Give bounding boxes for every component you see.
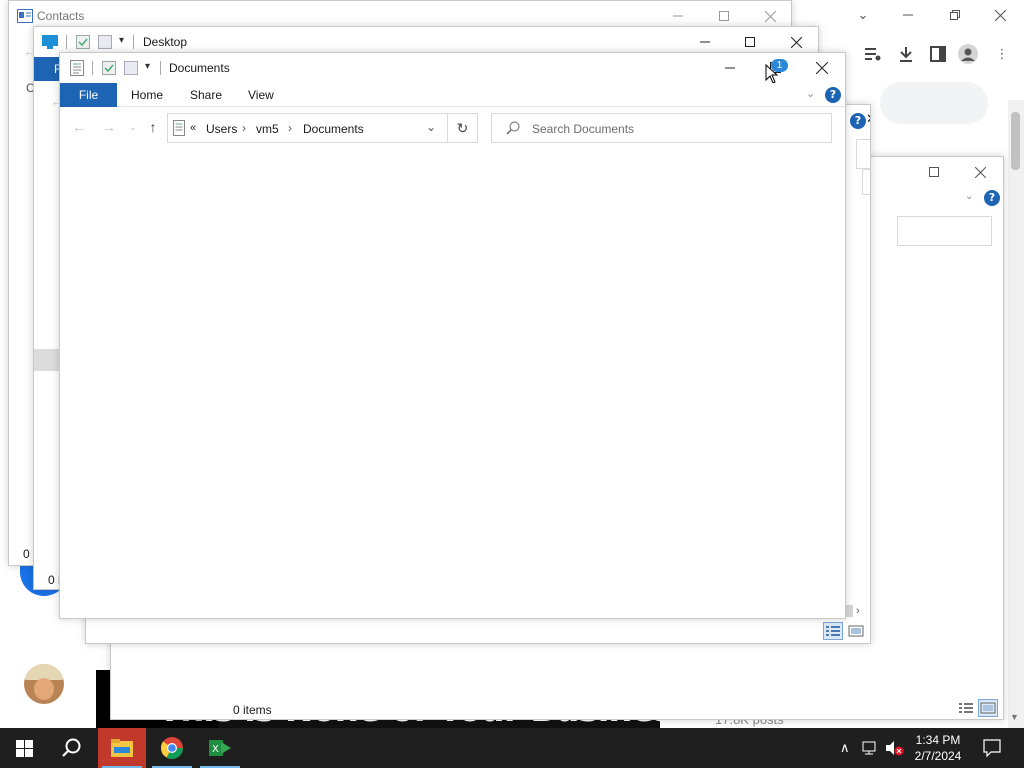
documents-properties-icon[interactable]: [102, 61, 116, 75]
tab-list-chevron-icon[interactable]: ⌄: [853, 5, 873, 25]
search-icon: [506, 121, 520, 135]
tab-file[interactable]: File: [60, 83, 117, 107]
tab-share[interactable]: Share: [178, 83, 234, 107]
taskbar-clock[interactable]: 1:34 PM 2/7/2024: [908, 732, 968, 764]
search-placeholder: Search Documents: [532, 122, 635, 136]
refresh-button[interactable]: ↻: [448, 113, 478, 143]
taskbar-green-app[interactable]: X: [196, 728, 244, 768]
breadcrumb-vm5[interactable]: vm5: [256, 122, 279, 136]
notifications-icon[interactable]: [983, 739, 1001, 757]
documents-help-icon[interactable]: ?: [825, 87, 841, 103]
profile-avatar-icon[interactable]: [958, 44, 978, 64]
back-ribbon-expand-icon[interactable]: ⌄: [965, 191, 973, 202]
user-avatar[interactable]: [24, 664, 64, 704]
address-bar[interactable]: « Users › vm5 › Documents ⌄: [167, 113, 448, 143]
desktop-nav-selected[interactable]: [34, 349, 60, 371]
address-history-chevron-icon[interactable]: ⌄: [426, 120, 436, 134]
browser-search-pill[interactable]: [880, 82, 988, 124]
taskbar: X ∧ 1:34 PM 2/7/2024: [0, 728, 1024, 768]
middle-scroll-right-icon[interactable]: ›: [856, 605, 860, 617]
desktop-title-separator: [133, 35, 134, 49]
start-button[interactable]: [0, 728, 48, 768]
volume-muted-icon[interactable]: [885, 740, 905, 756]
back-button[interactable]: ←: [70, 118, 88, 136]
documents-qa-dropdown-icon[interactable]: ▾: [145, 61, 150, 72]
documents-navbar: ← → ⌄ ↑ « Users › vm5 › Documents ⌄ ↻ Se…: [60, 108, 845, 146]
desktop-qa-dropdown-icon[interactable]: ▾: [119, 35, 124, 46]
taskbar-chrome[interactable]: [148, 728, 196, 768]
breadcrumb-separator-icon[interactable]: ›: [288, 121, 292, 135]
middle-search-edge-2[interactable]: [862, 169, 870, 195]
browser-menu-icon[interactable]: ⋮: [992, 44, 1012, 64]
documents-minimize-button[interactable]: [707, 53, 753, 83]
documents-ribbon: File Home Share View ⌄ ?: [60, 83, 845, 107]
back-details-view-button[interactable]: [956, 699, 976, 717]
desktop-properties-icon[interactable]: [76, 35, 90, 49]
middle-search-edge[interactable]: [856, 139, 870, 169]
taskbar-search-icon: [62, 738, 81, 757]
documents-title: Documents: [169, 61, 230, 75]
back-maximize-button[interactable]: [911, 157, 957, 187]
browser-tabstrip: ⌄: [790, 0, 1024, 30]
documents-window[interactable]: ▾ Documents 1 File Home Share View ⌄ ? ←…: [59, 52, 846, 619]
documents-close-button[interactable]: [799, 53, 845, 83]
up-button[interactable]: ↑: [144, 118, 162, 136]
forward-button[interactable]: →: [100, 118, 118, 136]
download-icon[interactable]: [896, 44, 916, 64]
middle-help-icon[interactable]: ?: [850, 113, 866, 129]
clock-time: 1:34 PM: [915, 733, 961, 747]
search-box[interactable]: Search Documents: [491, 113, 832, 143]
tray-overflow-chevron-icon[interactable]: ∧: [840, 740, 850, 756]
breadcrumb-documents[interactable]: Documents: [303, 122, 364, 136]
documents-titlebar: ▾ Documents 1: [60, 53, 845, 84]
middle-large-icons-view-button[interactable]: [846, 622, 866, 640]
side-panel-icon[interactable]: [928, 44, 948, 64]
page-scrollbar[interactable]: [1008, 100, 1024, 728]
documents-new-folder-icon[interactable]: [124, 61, 138, 75]
taskbar-file-explorer[interactable]: [98, 728, 146, 768]
media-control-icon[interactable]: [863, 44, 883, 64]
middle-details-view-button[interactable]: [823, 622, 843, 640]
taskbar-search-button[interactable]: [48, 728, 96, 768]
mouse-cursor-icon: [765, 64, 779, 84]
browser-close-button[interactable]: [990, 5, 1010, 25]
back-status-items: 0 items: [233, 703, 272, 717]
breadcrumb-overflow[interactable]: «: [190, 122, 196, 134]
breadcrumb-users[interactable]: Users: [206, 122, 237, 136]
desktop-qa-separator: [66, 35, 67, 49]
tab-home[interactable]: Home: [119, 83, 175, 107]
documents-qa-separator: [92, 61, 93, 75]
contacts-title: Contacts: [37, 9, 85, 23]
back-help-icon[interactable]: ?: [984, 190, 1000, 206]
desktop-title: Desktop: [143, 35, 188, 49]
scroll-down-arrow-icon[interactable]: ▼: [1010, 712, 1019, 722]
ribbon-expand-chevron-icon[interactable]: ⌄: [806, 87, 815, 100]
browser-minimize-button[interactable]: [898, 5, 918, 25]
network-icon[interactable]: [862, 740, 880, 756]
documents-title-separator: [160, 61, 161, 75]
documents-folder-icon: [70, 60, 84, 76]
back-close-button[interactable]: [957, 157, 1003, 187]
recent-locations-chevron-icon[interactable]: ⌄: [124, 118, 142, 136]
address-folder-icon: [173, 120, 185, 136]
back-search-box[interactable]: [897, 216, 992, 246]
chrome-icon: [160, 737, 183, 759]
file-explorer-icon: [111, 739, 133, 757]
tab-view[interactable]: View: [236, 83, 286, 107]
clock-date: 2/7/2024: [914, 749, 962, 763]
contacts-icon: [17, 9, 33, 23]
desktop-new-folder-icon[interactable]: [98, 35, 112, 49]
middle-close-icon[interactable]: ✕: [866, 111, 870, 127]
svg-text:X: X: [212, 744, 219, 755]
desktop-icon: [42, 35, 58, 49]
green-app-icon: X: [209, 740, 231, 756]
windows-logo-icon: [15, 739, 33, 757]
page-scrollbar-thumb[interactable]: [1011, 112, 1020, 170]
documents-content-area[interactable]: [60, 147, 845, 618]
browser-restore-button[interactable]: [945, 5, 965, 25]
back-large-icons-view-button[interactable]: [978, 699, 998, 717]
breadcrumb-separator-icon[interactable]: ›: [242, 121, 246, 135]
